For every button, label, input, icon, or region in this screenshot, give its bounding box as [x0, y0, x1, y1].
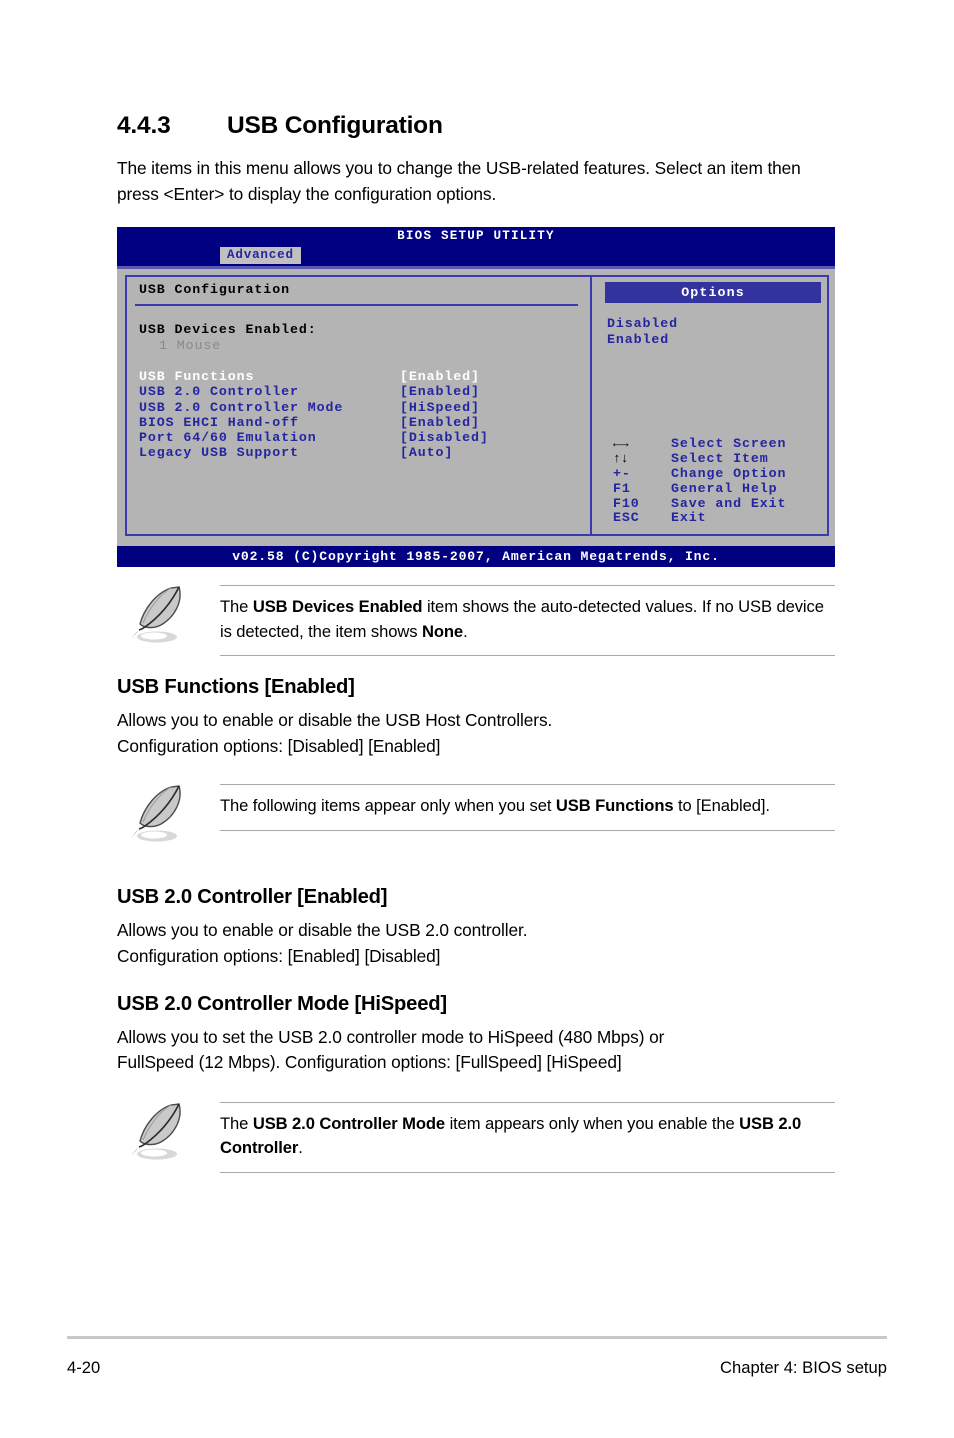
bios-panel-title: USB Configuration	[139, 282, 290, 298]
nav-help-description: General Help	[671, 480, 778, 496]
tab-advanced[interactable]: Advanced	[220, 247, 301, 265]
nav-help-row: ESC Exit	[613, 511, 828, 526]
bios-item-row[interactable]: BIOS EHCI Hand-off [Enabled]	[139, 415, 584, 430]
bios-tab-row: Advanced	[117, 247, 835, 267]
nav-help-description: Save and Exit	[671, 495, 787, 511]
setting-heading: USB Functions [Enabled]	[117, 676, 355, 699]
setting-line1: Allows you to enable or disable the USB …	[117, 710, 553, 731]
nav-help-row: ↑↓ Select Item	[613, 451, 828, 467]
section-number: 4.4.3	[117, 112, 171, 139]
bios-nav-help: ←→ Select Screen ↑↓ Select Item +- Change Opt…	[613, 437, 828, 526]
document-page: 4.4.3 USB Configuration The items in thi…	[0, 0, 954, 1438]
footer-divider	[67, 1336, 887, 1339]
bios-pane-divider	[590, 277, 592, 535]
setting-line2: Configuration options: [Enabled] [Disabl…	[117, 945, 441, 966]
note-usb-functions-enabled: The following items appear only when you…	[117, 784, 835, 844]
note-bottom-rule	[220, 1171, 835, 1173]
nav-help-row: F1 General Help	[613, 480, 828, 497]
nav-key-label: ESC	[613, 510, 640, 526]
page-footer: 4-20 Chapter 4: BIOS setup	[67, 1358, 887, 1378]
nav-help-description: Exit	[671, 510, 707, 526]
setting-line1: Allows you to enable or disable the USB …	[117, 920, 528, 941]
nav-help-row: ←→ Select Screen	[613, 437, 828, 452]
nav-help-description: Change Option	[671, 466, 787, 481]
nav-key-label: +-	[613, 466, 631, 481]
quill-pen-icon	[123, 583, 191, 645]
bios-item-label: Port 64/60 Emulation	[139, 430, 317, 445]
note-usb20-controller-mode: The USB 2.0 Controller Mode item appears…	[117, 1100, 835, 1173]
note-usb-devices-enabled: The USB Devices Enabled item shows the a…	[117, 583, 835, 657]
page-content: 4.4.3 USB Configuration The items in thi…	[117, 112, 835, 1173]
options-list: Disabled Enabled	[607, 316, 825, 347]
bios-item-row[interactable]: USB Functions [Enabled]	[139, 369, 584, 384]
note-text: The following items appear only when you…	[220, 796, 770, 816]
setting-line2: FullSpeed (12 Mbps). Configuration optio…	[117, 1052, 622, 1073]
bios-item-value: [HiSpeed]	[400, 399, 480, 415]
nav-help-description: Select Screen	[671, 436, 787, 452]
option-item[interactable]: Disabled	[607, 316, 825, 332]
bios-item-row[interactable]: USB 2.0 Controller [Enabled]	[139, 384, 584, 399]
bios-item-list: USB Functions [Enabled] USB 2.0 Controller…	[129, 369, 584, 460]
bios-item-label: USB Functions	[139, 369, 255, 385]
page-number: 4-20	[67, 1358, 101, 1377]
bios-item-label: USB 2.0 Controller Mode	[139, 399, 344, 415]
bios-item-row[interactable]: Port 64/60 Emulation [Disabled]	[139, 430, 584, 445]
bios-titlebar: BIOS SETUP UTILITY	[117, 227, 835, 248]
bios-item-label: BIOS EHCI Hand-off	[139, 414, 299, 430]
bios-item-row[interactable]: USB 2.0 Controller Mode [HiSpeed]	[139, 400, 584, 415]
bios-item-value: [Disabled]	[400, 430, 489, 445]
bios-item-row[interactable]: Legacy USB Support [Auto]	[139, 445, 584, 460]
setting-heading: USB 2.0 Controller Mode [HiSpeed]	[117, 992, 447, 1015]
note-text: The USB 2.0 Controller Mode item appears…	[220, 1113, 802, 1158]
setting-line1: Allows you to set the USB 2.0 controller…	[117, 1026, 665, 1047]
setting-usb-20-controller-mode: USB 2.0 Controller Mode [HiSpeed] Allows…	[117, 993, 835, 1076]
quill-pen-icon	[123, 1100, 191, 1162]
bios-item-value: [Enabled]	[400, 384, 480, 400]
setting-usb-20-controller: USB 2.0 Controller [Enabled] Allows you …	[117, 886, 835, 969]
bios-item-label: USB 2.0 Controller	[139, 384, 299, 400]
page-title: 4.4.3 USB Configuration	[117, 112, 835, 140]
note-text: The USB Devices Enabled item shows the a…	[220, 597, 824, 641]
note-bottom-rule	[220, 829, 835, 831]
usb-devices-enabled-label: USB Devices Enabled:	[139, 322, 317, 338]
usb-devices-enabled-value: 1 Mouse	[159, 338, 222, 354]
chapter-label: Chapter 4: BIOS setup	[720, 1358, 887, 1377]
bios-item-label: Legacy USB Support	[139, 445, 299, 461]
bios-body: USB Configuration USB Devices Enabled: 1…	[117, 266, 835, 547]
nav-help-row: F10 Save and Exit	[613, 495, 828, 512]
bios-setup-screenshot: BIOS SETUP UTILITY Advanced USB Configur…	[117, 227, 835, 568]
bios-item-value: [Enabled]	[400, 369, 480, 385]
bios-left-pane: USB Configuration USB Devices Enabled: 1…	[129, 279, 584, 532]
options-header: Options	[605, 282, 821, 304]
nav-help-description: Select Item	[671, 451, 769, 467]
bios-title: BIOS SETUP UTILITY	[397, 229, 555, 244]
setting-usb-functions: USB Functions [Enabled] Allows you to en…	[117, 676, 835, 759]
note-bottom-rule	[220, 655, 835, 657]
nav-help-row: +- Change Option	[613, 466, 828, 482]
bios-right-pane: Options Disabled Enabled ←→ Select Screen ↑…	[601, 279, 825, 532]
setting-line2: Configuration options: [Disabled] [Enabl…	[117, 735, 441, 756]
bios-item-value: [Auto]	[400, 445, 454, 461]
bios-item-value: [Enabled]	[400, 414, 480, 430]
bios-copyright-footer: v02.58 (C)Copyright 1985-2007, American …	[117, 546, 835, 568]
nav-key-label: F10	[613, 495, 640, 511]
quill-pen-icon	[123, 782, 191, 844]
setting-heading: USB 2.0 Controller [Enabled]	[117, 886, 388, 909]
arrow-keys-icon: ←→	[613, 436, 629, 452]
nav-key-label: F1	[613, 480, 631, 496]
section-title: USB Configuration	[227, 112, 443, 139]
section-intro-paragraph: The items in this menu allows you to cha…	[117, 158, 801, 204]
arrow-keys-icon: ↑↓	[613, 451, 629, 467]
option-item[interactable]: Enabled	[607, 332, 825, 348]
